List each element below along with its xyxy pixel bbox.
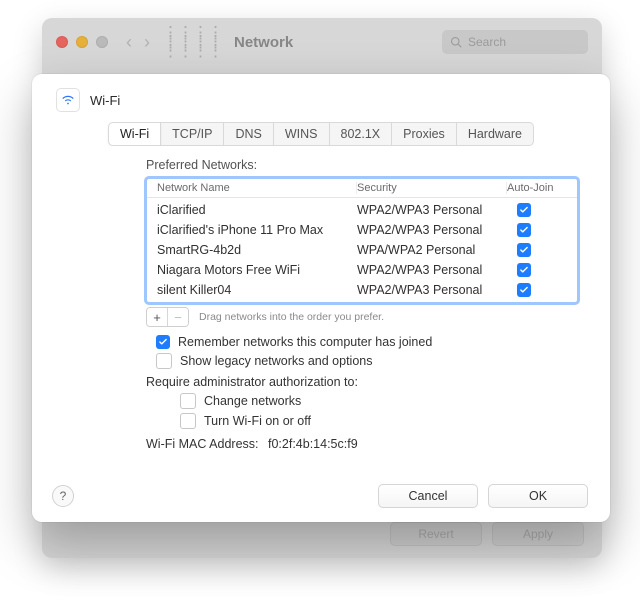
network-row[interactable]: iClarifiedWPA2/WPA3 Personal xyxy=(147,200,577,220)
wifi-toggle-label: Turn Wi-Fi on or off xyxy=(204,414,311,428)
window-controls[interactable] xyxy=(56,36,108,48)
wifi-settings-sheet: Wi-Fi Wi-FiTCP/IPDNSWINS802.1XProxiesHar… xyxy=(32,74,610,522)
auto-join-checkbox[interactable] xyxy=(517,283,531,297)
legacy-label: Show legacy networks and options xyxy=(180,354,372,368)
network-security: WPA2/WPA3 Personal xyxy=(357,203,507,217)
apply-button: Apply xyxy=(492,522,584,546)
col-auto-join[interactable]: Auto-Join xyxy=(507,182,567,194)
network-row[interactable]: Niagara Motors Free WiFiWPA2/WPA3 Person… xyxy=(147,260,577,280)
search-field[interactable]: Search xyxy=(442,30,588,54)
sheet-title: Wi-Fi xyxy=(90,93,120,108)
auto-join-cell xyxy=(507,223,567,238)
auto-join-checkbox[interactable] xyxy=(517,263,531,277)
parent-toolbar: ‹ › ⋮⋮⋮⋮⋮⋮⋮⋮⋮⋮⋮⋮ Network Search xyxy=(42,18,602,66)
settings-tabs: Wi-FiTCP/IPDNSWINS802.1XProxiesHardware xyxy=(56,122,586,146)
auto-join-checkbox[interactable] xyxy=(517,203,531,217)
list-buttons: + − xyxy=(146,307,189,327)
network-security: WPA/WPA2 Personal xyxy=(357,243,507,257)
drag-hint: Drag networks into the order you prefer. xyxy=(199,311,384,323)
auto-join-cell xyxy=(507,243,567,258)
remove-network-button[interactable]: − xyxy=(167,308,188,326)
auto-join-checkbox[interactable] xyxy=(517,223,531,237)
help-button[interactable]: ? xyxy=(52,485,74,507)
network-row[interactable]: iClarified's iPhone 11 Pro MaxWPA2/WPA3 … xyxy=(147,220,577,240)
change-networks-checkbox[interactable] xyxy=(180,393,196,409)
search-icon xyxy=(450,36,462,48)
network-name: iClarified xyxy=(157,203,357,217)
network-name: iClarified's iPhone 11 Pro Max xyxy=(157,223,357,237)
ok-button[interactable]: OK xyxy=(488,484,588,508)
admin-auth-label: Require administrator authorization to: xyxy=(146,375,358,389)
search-placeholder: Search xyxy=(468,35,506,49)
tab-802-1x[interactable]: 802.1X xyxy=(329,122,393,146)
auto-join-cell xyxy=(507,203,567,218)
tab-wins[interactable]: WINS xyxy=(273,122,330,146)
wifi-icon xyxy=(56,88,80,112)
auto-join-cell xyxy=(507,263,567,278)
network-row[interactable]: silent Killer04WPA2/WPA3 Personal xyxy=(147,280,577,300)
col-security[interactable]: Security xyxy=(357,182,507,194)
change-networks-label: Change networks xyxy=(204,394,301,408)
network-security: WPA2/WPA3 Personal xyxy=(357,283,507,297)
network-security: WPA2/WPA3 Personal xyxy=(357,223,507,237)
minimize-window-icon[interactable] xyxy=(76,36,88,48)
preferred-networks-label: Preferred Networks: xyxy=(146,158,578,172)
network-name: Niagara Motors Free WiFi xyxy=(157,263,357,277)
remember-checkbox[interactable] xyxy=(156,335,170,349)
col-network-name[interactable]: Network Name xyxy=(157,182,357,194)
tab-proxies[interactable]: Proxies xyxy=(391,122,457,146)
revert-button: Revert xyxy=(390,522,482,546)
wifi-toggle-checkbox[interactable] xyxy=(180,413,196,429)
legacy-checkbox[interactable] xyxy=(156,353,172,369)
parent-title: Network xyxy=(234,34,293,51)
forward-icon: › xyxy=(144,32,150,53)
mac-address-value: f0:2f:4b:14:5c:f9 xyxy=(268,437,358,451)
network-row[interactable]: SmartRG-4b2dWPA/WPA2 Personal xyxy=(147,240,577,260)
preferred-networks-list[interactable]: Network Name Security Auto-Join iClarifi… xyxy=(146,178,578,303)
tab-hardware[interactable]: Hardware xyxy=(456,122,534,146)
auto-join-cell xyxy=(507,283,567,298)
tab-dns[interactable]: DNS xyxy=(223,122,273,146)
auto-join-checkbox[interactable] xyxy=(517,243,531,257)
close-window-icon[interactable] xyxy=(56,36,68,48)
zoom-window-icon[interactable] xyxy=(96,36,108,48)
tab-tcp-ip[interactable]: TCP/IP xyxy=(160,122,224,146)
mac-address-label: Wi-Fi MAC Address: xyxy=(146,437,259,451)
parent-footer: Revert Apply xyxy=(390,522,584,546)
tab-wi-fi[interactable]: Wi-Fi xyxy=(108,122,161,146)
back-icon[interactable]: ‹ xyxy=(126,32,132,53)
network-name: silent Killer04 xyxy=(157,283,357,297)
show-all-icon[interactable]: ⋮⋮⋮⋮⋮⋮⋮⋮⋮⋮⋮⋮ xyxy=(162,29,222,55)
remember-label: Remember networks this computer has join… xyxy=(178,335,432,349)
network-name: SmartRG-4b2d xyxy=(157,243,357,257)
cancel-button[interactable]: Cancel xyxy=(378,484,478,508)
nav-arrows: ‹ › xyxy=(126,32,150,53)
add-network-button[interactable]: + xyxy=(147,308,167,326)
networks-header: Network Name Security Auto-Join xyxy=(147,179,577,198)
network-security: WPA2/WPA3 Personal xyxy=(357,263,507,277)
